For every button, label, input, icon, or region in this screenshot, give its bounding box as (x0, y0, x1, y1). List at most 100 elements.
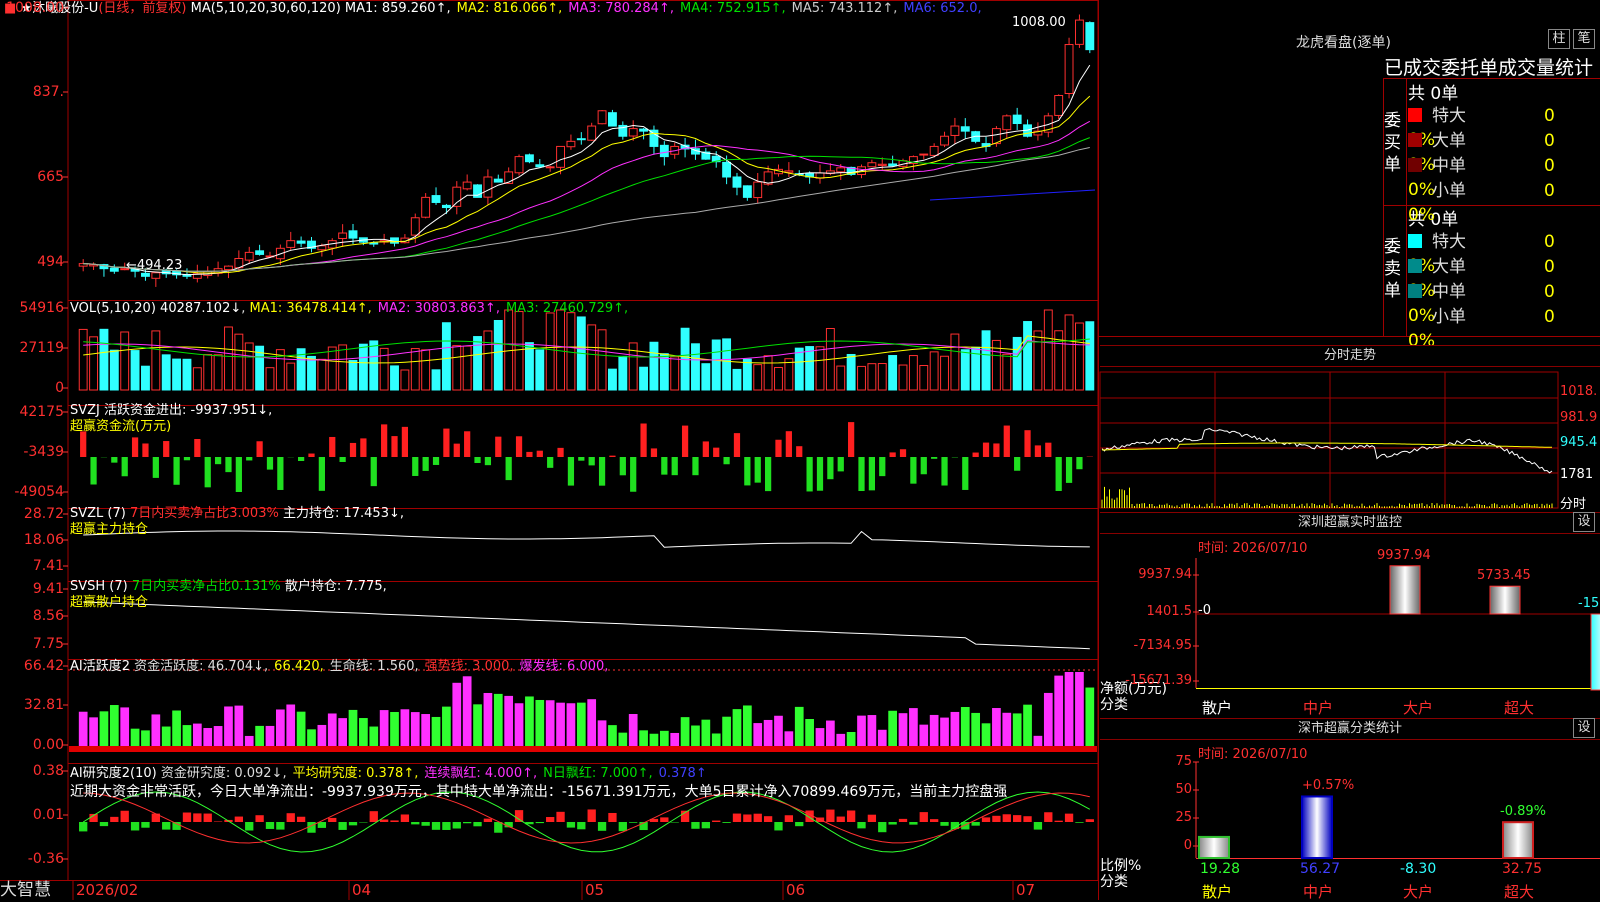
ai2-bar (722, 822, 730, 823)
svzj-bar (319, 457, 325, 491)
sz-class-time: 时间: 2026/07/10 (1198, 743, 1307, 762)
ai2-bar (536, 822, 544, 823)
ai2-header: AI研究度2(10) 资金研究度: 0.092↓,平均研究度: 0.378↑,连… (70, 765, 1007, 802)
sz-class-category: 大户 (1403, 881, 1433, 902)
vol-bar (318, 359, 326, 390)
pen-mode-button[interactable]: 笔 (1573, 29, 1595, 49)
candle-body (868, 163, 876, 167)
svzj-bar (682, 426, 688, 457)
vol-bar (536, 350, 544, 390)
ma30-line (83, 138, 1090, 272)
ma-value-4: MA4: 752.915↑, (680, 1, 786, 16)
ma60-line (83, 148, 1090, 272)
sz-class-change-label: -0.89% (1500, 804, 1546, 819)
buy-row: 中单00% (1408, 154, 1600, 178)
vol-bar (785, 359, 793, 390)
vol-bar (806, 347, 814, 390)
vol-bar (339, 345, 347, 390)
candle-body (432, 196, 440, 203)
svzj-bar (651, 448, 657, 457)
y-tick: 32.81 (0, 697, 64, 713)
svzj-bar (630, 457, 636, 492)
vol-label: VOL(5,10,20) (70, 301, 156, 316)
y-tick: 7.41 (0, 558, 64, 574)
ai2-label: AI研究度2(10) (70, 766, 157, 781)
svzj-bar (474, 457, 480, 463)
svzj-bar (236, 457, 242, 492)
candle-body (339, 233, 347, 238)
sz-monitor-y-tick: 9937.94 (1100, 567, 1192, 582)
ai1-bar (463, 676, 472, 752)
vol-bar (671, 357, 679, 390)
brand-label: 大智慧 (0, 880, 51, 900)
ai2-bar (473, 822, 481, 826)
candle-body (961, 127, 969, 131)
candle-body (1013, 115, 1021, 123)
svzj-bar (173, 457, 179, 485)
candle-body (411, 218, 419, 235)
ai2-bar (266, 822, 274, 829)
ai2-bar (484, 819, 492, 822)
candle-body (442, 205, 450, 207)
buy-name: 大单 (1432, 129, 1544, 153)
svzl-header: SVZL (7) 7日内买卖净占比3.003% 主力持仓: 17.453↓, 超… (70, 506, 404, 538)
ai2-bar (204, 814, 212, 822)
vol-bar (1044, 310, 1052, 390)
sz-monitor-category-label: 分类 (1100, 697, 1128, 713)
candle-body (598, 111, 606, 124)
sz-monitor-settings-button[interactable]: 设 (1573, 512, 1595, 532)
ai2-bar (100, 822, 108, 826)
x-label: 07 (1016, 881, 1035, 899)
vol-bar (920, 366, 928, 390)
ai2-bar (992, 816, 1000, 822)
svzj-bar (775, 440, 781, 457)
low-label: ←494.23 (126, 258, 182, 273)
bar-mode-button[interactable]: 柱 (1548, 29, 1570, 49)
ai2-bar (847, 810, 855, 822)
ai1-bar (556, 703, 565, 752)
ai1-bar (504, 696, 513, 752)
ai2-parts-0: 资金研究度: 0.092↓, (161, 766, 287, 781)
sell-count: 0 (1544, 255, 1580, 279)
ai1-bar (1085, 688, 1094, 752)
svzj-bar (900, 449, 906, 457)
ai2-bar (660, 817, 668, 822)
svzj-bar (983, 443, 989, 457)
sz-monitor-time: 时间: 2026/07/10 (1198, 537, 1307, 556)
vol-bar (204, 355, 212, 390)
ai2-bar (1086, 819, 1094, 822)
candle-body (349, 231, 357, 238)
sz-class-category: 散户 (1202, 881, 1232, 902)
ai1-bar (535, 700, 544, 752)
svzj-bar (1024, 430, 1030, 457)
y-tick: -49054 (0, 484, 64, 500)
ai2-bar (909, 822, 917, 825)
ai1-bar (401, 709, 410, 752)
svzj-bar (973, 453, 979, 457)
candle-body (1086, 23, 1094, 50)
vol-bar (183, 359, 191, 390)
sz-class-bar-1 (1199, 837, 1229, 858)
ai2-bar (899, 819, 907, 822)
sz-class-y-tick: 50 (1100, 782, 1192, 797)
color-swatch-icon (1408, 284, 1422, 298)
svzj-bar (589, 457, 595, 465)
period-label[interactable]: (日线，前复权) (98, 1, 186, 16)
intraday-y-tick: 945.4 (1560, 435, 1597, 450)
vol-bar (775, 368, 783, 390)
vol-bar (401, 370, 409, 390)
vol-bar (660, 354, 668, 390)
ai2-bar (837, 817, 845, 822)
ma5-line (83, 65, 1090, 275)
candle-body (920, 154, 928, 155)
vol-bar (370, 341, 378, 390)
high-label: 1008.00 (1012, 15, 1066, 30)
sz-class-settings-button[interactable]: 设 (1573, 718, 1595, 738)
candle-body (453, 187, 461, 206)
svzj-bar (910, 457, 916, 484)
vol-bar (1086, 322, 1094, 390)
candle-body (837, 168, 845, 172)
ai2-bar (255, 815, 263, 822)
svzj-bar (80, 431, 86, 457)
svzj-bar (153, 457, 159, 478)
